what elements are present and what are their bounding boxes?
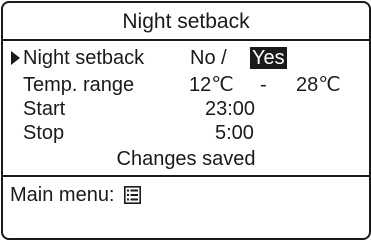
setting-row-start[interactable]: Start 23:00 [3, 97, 369, 121]
stop-time-value[interactable]: 5:00 [215, 121, 254, 145]
temp-range-high[interactable]: 28℃ [296, 73, 341, 97]
page-title: Night setback [122, 10, 250, 33]
cursor-arrow-icon [11, 51, 20, 65]
footer-divider [3, 175, 369, 177]
setting-row-night-setback[interactable]: Night setback No / Yes [3, 46, 369, 70]
main-menu-label: Main menu: [10, 184, 115, 206]
night-setback-label: Night setback [23, 47, 145, 69]
footer-main-menu[interactable]: Main menu: [10, 183, 142, 207]
stop-label: Stop [23, 122, 65, 144]
option-yes-selected[interactable]: Yes [250, 47, 287, 69]
temp-range-label: Temp. range [23, 74, 135, 96]
temp-range-low[interactable]: 12℃ [189, 73, 234, 97]
temp-range-separator: - [260, 74, 267, 96]
setting-row-stop[interactable]: Stop 5:00 [3, 121, 369, 145]
lcd-screen: Night setback Night setback No / Yes Tem… [1, 1, 371, 240]
option-no[interactable]: No / [190, 46, 227, 70]
menu-list-icon[interactable] [124, 186, 142, 204]
start-label: Start [23, 98, 66, 120]
title-divider [3, 39, 369, 41]
start-time-value[interactable]: 23:00 [205, 97, 255, 121]
status-message: Changes saved [116, 148, 256, 170]
setting-row-temp-range[interactable]: Temp. range 12℃ - 28℃ [3, 73, 369, 97]
